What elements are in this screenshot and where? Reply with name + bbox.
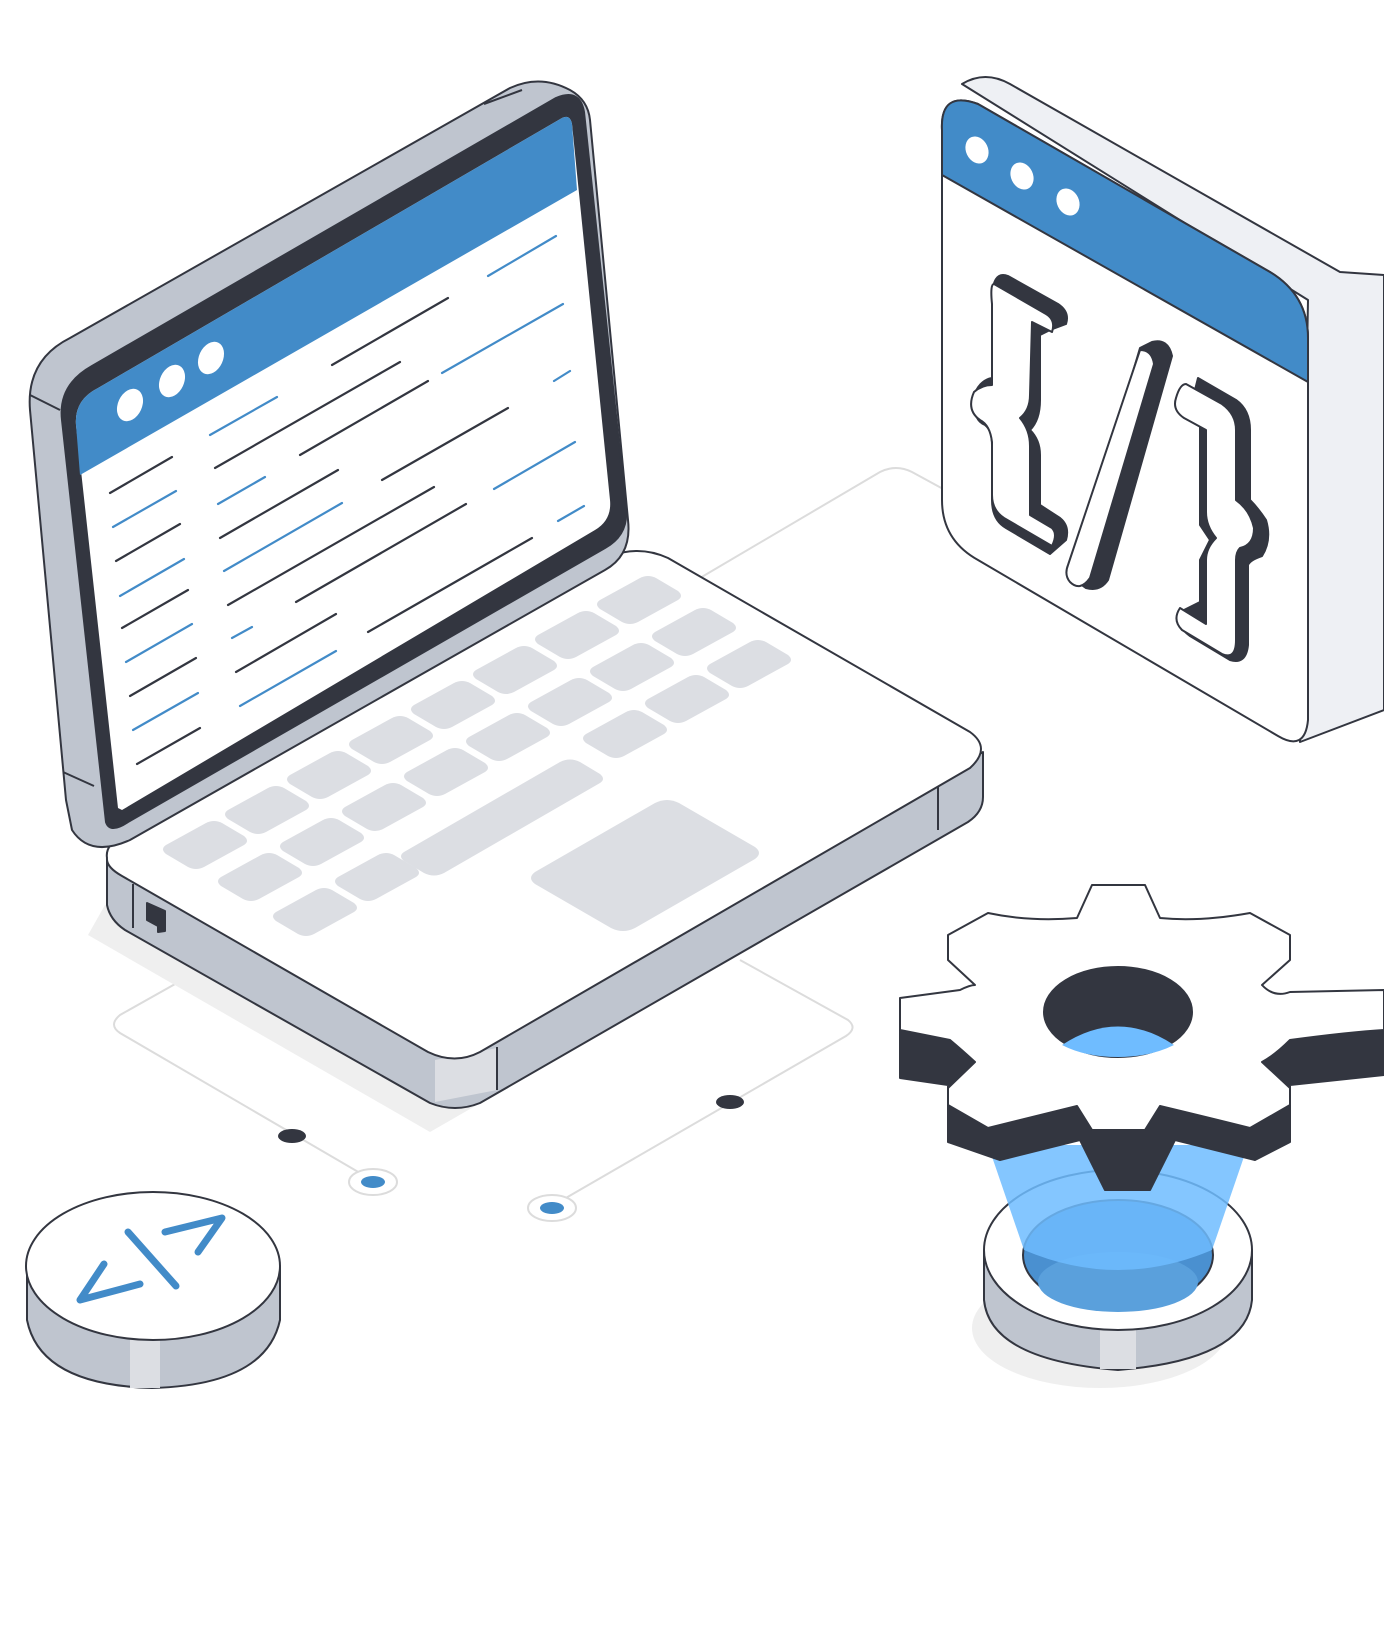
- floor-dots: [278, 1095, 744, 1222]
- code-window-icon: [940, 76, 1384, 743]
- laptop-icon: [28, 80, 984, 1132]
- gear-icon: [899, 884, 1384, 1388]
- code-token-icon: [25, 1191, 281, 1389]
- developer-illustration: [25, 76, 1384, 1389]
